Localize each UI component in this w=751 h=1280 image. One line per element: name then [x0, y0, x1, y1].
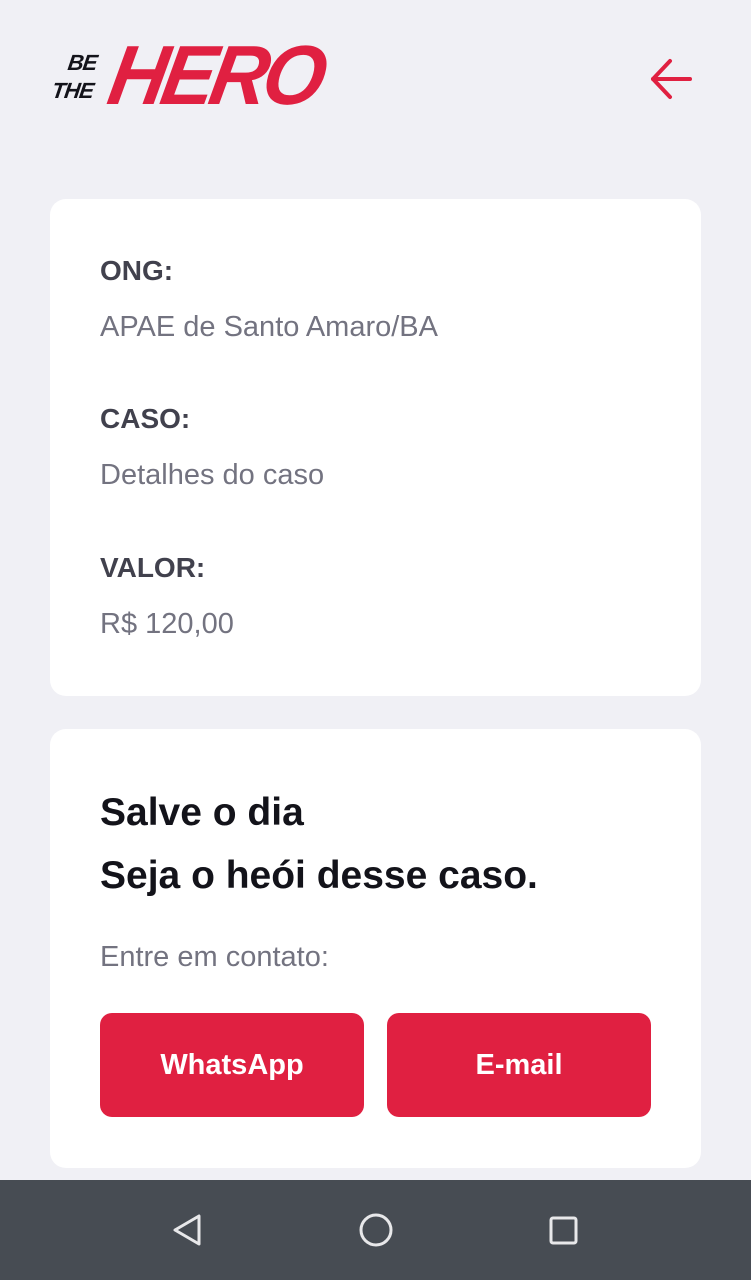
- be-the-hero-logo: BE THE HERO: [50, 29, 329, 124]
- nav-recents-button[interactable]: [543, 1210, 583, 1250]
- email-button[interactable]: E-mail: [387, 1013, 651, 1117]
- triangle-back-icon: [173, 1214, 201, 1246]
- header: BE THE HERO: [0, 0, 751, 150]
- logo-hero-text: HERO: [102, 28, 330, 122]
- case-label: CASO:: [100, 403, 191, 434]
- logo-the-text: THE: [50, 78, 95, 103]
- nav-home-button[interactable]: [356, 1210, 396, 1250]
- ong-label: ONG:: [100, 255, 174, 286]
- system-nav-bar: [0, 1180, 751, 1280]
- incident-card: ONG: APAE de Santo Amaro/BA CASO: Detalh…: [50, 199, 701, 696]
- whatsapp-button[interactable]: WhatsApp: [100, 1013, 364, 1117]
- case-value: Detalhes do caso: [100, 459, 325, 491]
- value-label: VALOR:: [100, 552, 206, 583]
- value-value: R$ 120,00: [100, 608, 234, 640]
- contact-title-line1: Salve o dia: [100, 791, 304, 834]
- contact-title-line2: Seja o heói desse caso.: [100, 854, 538, 897]
- screen: BE THE HERO ONG: APAE de Santo Amaro/BA …: [0, 0, 751, 1280]
- contact-card: Salve o dia Seja o heói desse caso. Entr…: [50, 729, 701, 1168]
- back-button[interactable]: [648, 56, 694, 102]
- nav-back-button[interactable]: [168, 1210, 208, 1250]
- contact-prompt: Entre em contato:: [100, 941, 329, 973]
- square-recents-icon: [549, 1216, 578, 1245]
- arrow-left-icon: [651, 59, 692, 99]
- logo-be-text: BE: [66, 50, 99, 75]
- circle-home-icon: [359, 1213, 393, 1247]
- ong-value: APAE de Santo Amaro/BA: [100, 311, 438, 343]
